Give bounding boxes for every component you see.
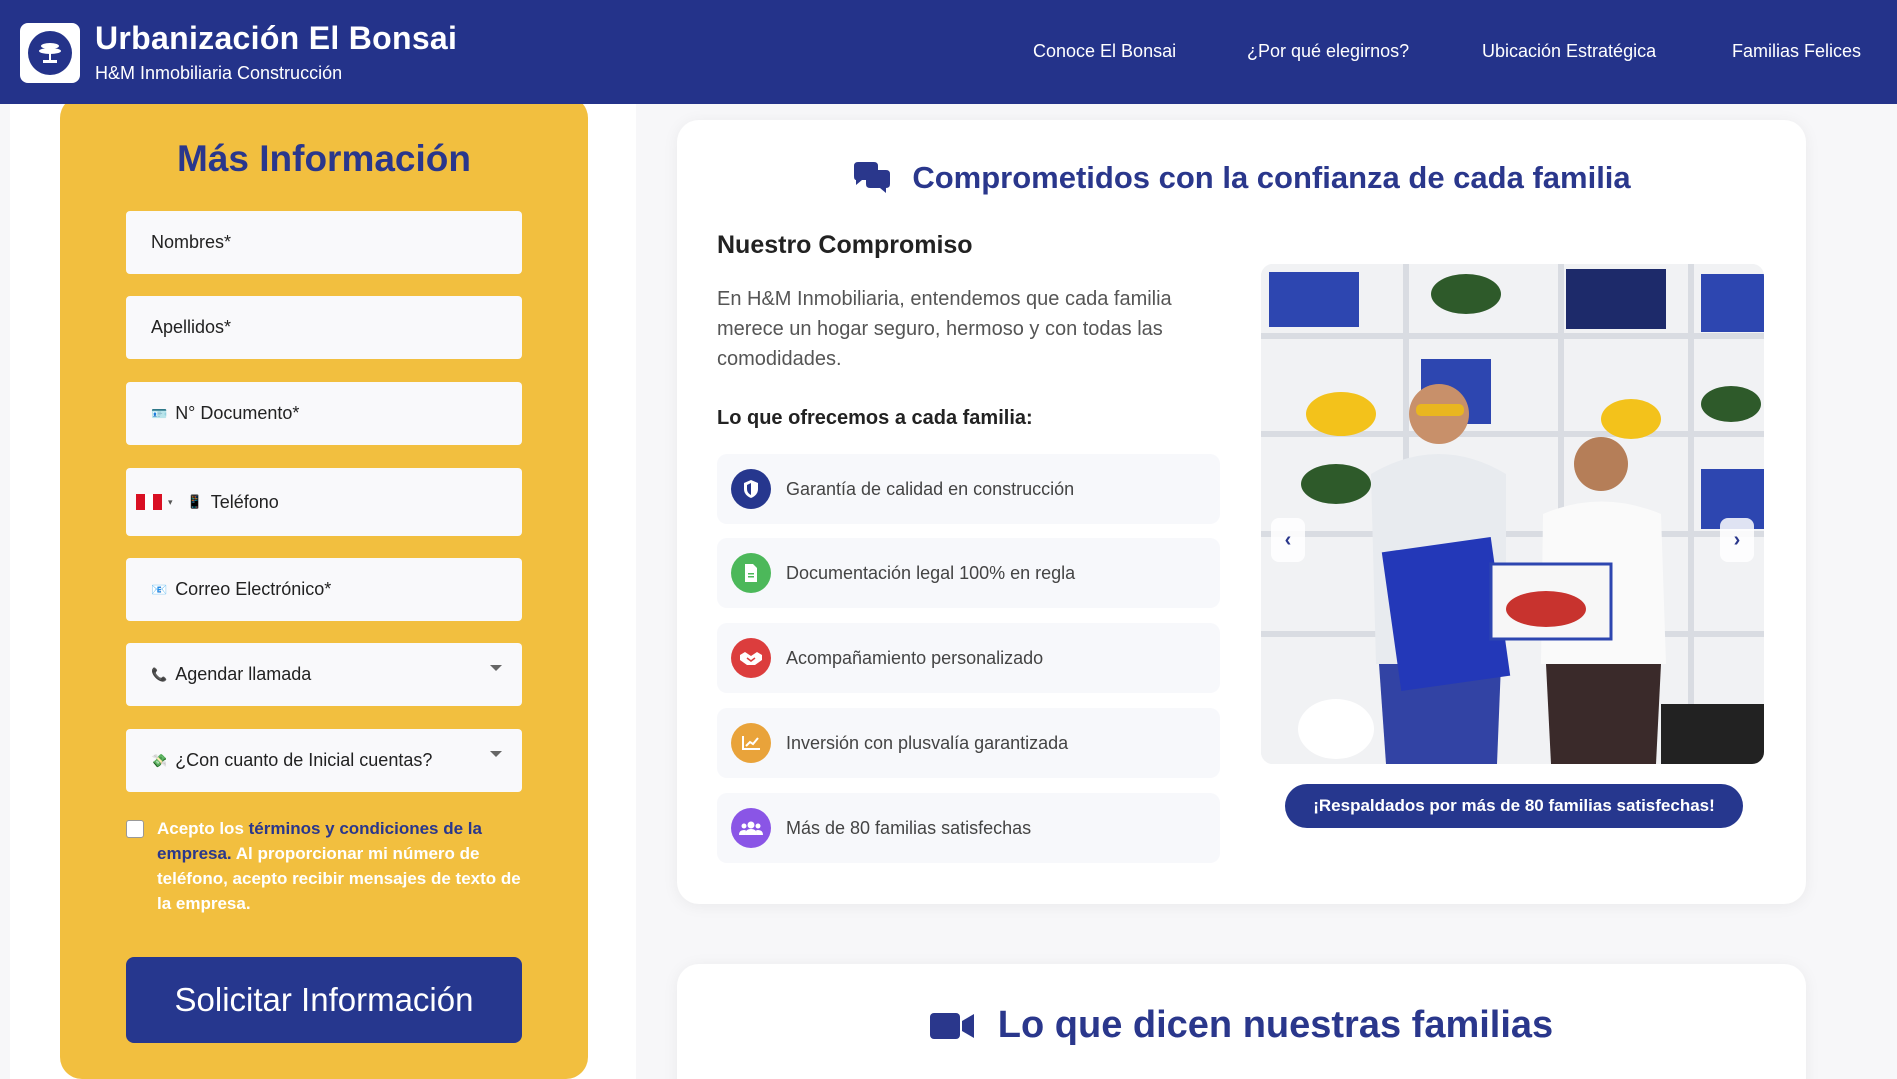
documento-field[interactable]: 🪪 N° Documento* — [126, 382, 522, 445]
agendar-value: Agendar llamada — [175, 664, 312, 684]
feature-item: Más de 80 familias satisfechas — [717, 793, 1220, 863]
commitment-title-text: Comprometidos con la confianza de cada f… — [912, 160, 1631, 195]
feature-label: Acompañamiento personalizado — [786, 647, 1044, 668]
bonsai-logo-icon — [28, 31, 72, 75]
brand-subtitle: H&M Inmobiliaria Construcción — [95, 63, 343, 83]
carousel-prev-button[interactable]: ‹ — [1271, 518, 1305, 562]
telefono-field[interactable]: ▾ 📱 Teléfono — [126, 468, 522, 536]
feature-item: Inversión con plusvalía garantizada — [717, 708, 1220, 778]
shield-icon — [731, 469, 771, 509]
feature-label: Documentación legal 100% en regla — [786, 562, 1076, 583]
feature-item: Garantía de calidad en construcción — [717, 454, 1220, 524]
nav-ubicacion[interactable]: Ubicación Estratégica — [1482, 41, 1656, 62]
users-icon — [731, 808, 771, 848]
terms-checkbox[interactable] — [126, 820, 144, 838]
email-icon: 📧 — [151, 581, 168, 597]
peru-flag-icon[interactable] — [136, 494, 163, 510]
nombres-placeholder: Nombres* — [151, 232, 232, 252]
info-form: Más Información Nombres* Apellidos* 🪪 N°… — [60, 96, 588, 1079]
compromiso-description: En H&M Inmobiliaria, entendemos que cada… — [717, 288, 1172, 370]
offer-heading: Lo que ofrecemos a cada familia: — [717, 407, 1033, 429]
agendar-select[interactable]: 📞 Agendar llamada — [126, 643, 522, 706]
feature-label: Más de 80 familias satisfechas — [786, 817, 1032, 838]
chevron-right-icon: › — [1733, 528, 1741, 551]
nombres-field[interactable]: Nombres* — [126, 211, 522, 274]
families-photo-carousel: ‹ › — [1261, 264, 1764, 764]
comments-icon — [852, 162, 892, 202]
logo[interactable] — [20, 23, 80, 83]
chevron-down-icon — [490, 751, 502, 757]
terms-text: Acepto los términos y condiciones de la … — [157, 816, 526, 916]
correo-placeholder: Correo Electrónico* — [175, 579, 332, 599]
chevron-down-icon — [490, 665, 502, 671]
submit-button[interactable]: Solicitar Información — [126, 957, 522, 1043]
commitment-card: Comprometidos con la confianza de cada f… — [677, 120, 1806, 904]
testimonials-title-text: Lo que dicen nuestras familias — [997, 1004, 1554, 1046]
chart-line-icon — [731, 723, 771, 763]
telefono-placeholder: Teléfono — [210, 491, 279, 512]
feature-label: Inversión con plusvalía garantizada — [786, 732, 1069, 753]
testimonials-title: Lo que dicen nuestras familias — [677, 1004, 1806, 1051]
country-dropdown-icon[interactable]: ▾ — [168, 497, 173, 508]
terms-consent: Acepto los términos y condiciones de la … — [126, 816, 526, 916]
brand-title[interactable]: Urbanización El Bonsai — [95, 20, 457, 57]
inicial-select[interactable]: 💸 ¿Con cuanto de Inicial cuentas? — [126, 729, 522, 792]
trust-badge: ¡Respaldados por más de 80 familias sati… — [1285, 784, 1743, 828]
feature-item: Acompañamiento personalizado — [717, 623, 1220, 693]
nav-conoce[interactable]: Conoce El Bonsai — [1033, 41, 1176, 62]
compromiso-heading: Nuestro Compromiso — [717, 231, 973, 259]
form-title: Más Información — [177, 138, 471, 179]
feature-item: Documentación legal 100% en regla — [717, 538, 1220, 608]
video-icon — [929, 1008, 974, 1051]
carousel-next-button[interactable]: › — [1720, 518, 1754, 562]
documento-placeholder: N° Documento* — [175, 403, 300, 423]
families-photo — [1261, 264, 1764, 764]
phone-call-icon: 📞 — [151, 666, 168, 682]
money-icon: 💸 — [151, 752, 168, 768]
apellidos-field[interactable]: Apellidos* — [126, 296, 522, 359]
nav-familias[interactable]: Familias Felices — [1732, 41, 1861, 62]
inicial-value: ¿Con cuanto de Inicial cuentas? — [175, 750, 433, 770]
feature-label: Garantía de calidad en construcción — [786, 478, 1075, 499]
handshake-icon — [731, 638, 771, 678]
id-card-icon: 🪪 — [151, 405, 168, 421]
site-header: Urbanización El Bonsai H&M Inmobiliaria … — [0, 0, 1897, 104]
nav-por-que[interactable]: ¿Por qué elegirnos? — [1247, 41, 1409, 62]
terms-prefix: Acepto los — [157, 819, 249, 838]
testimonials-card: Lo que dicen nuestras familias — [677, 964, 1806, 1079]
commitment-title: Comprometidos con la confianza de cada f… — [677, 160, 1806, 202]
phone-icon: 📱 — [186, 494, 203, 509]
apellidos-placeholder: Apellidos* — [151, 317, 232, 337]
correo-field[interactable]: 📧 Correo Electrónico* — [126, 558, 522, 621]
chevron-left-icon: ‹ — [1284, 528, 1292, 551]
document-icon — [731, 553, 771, 593]
